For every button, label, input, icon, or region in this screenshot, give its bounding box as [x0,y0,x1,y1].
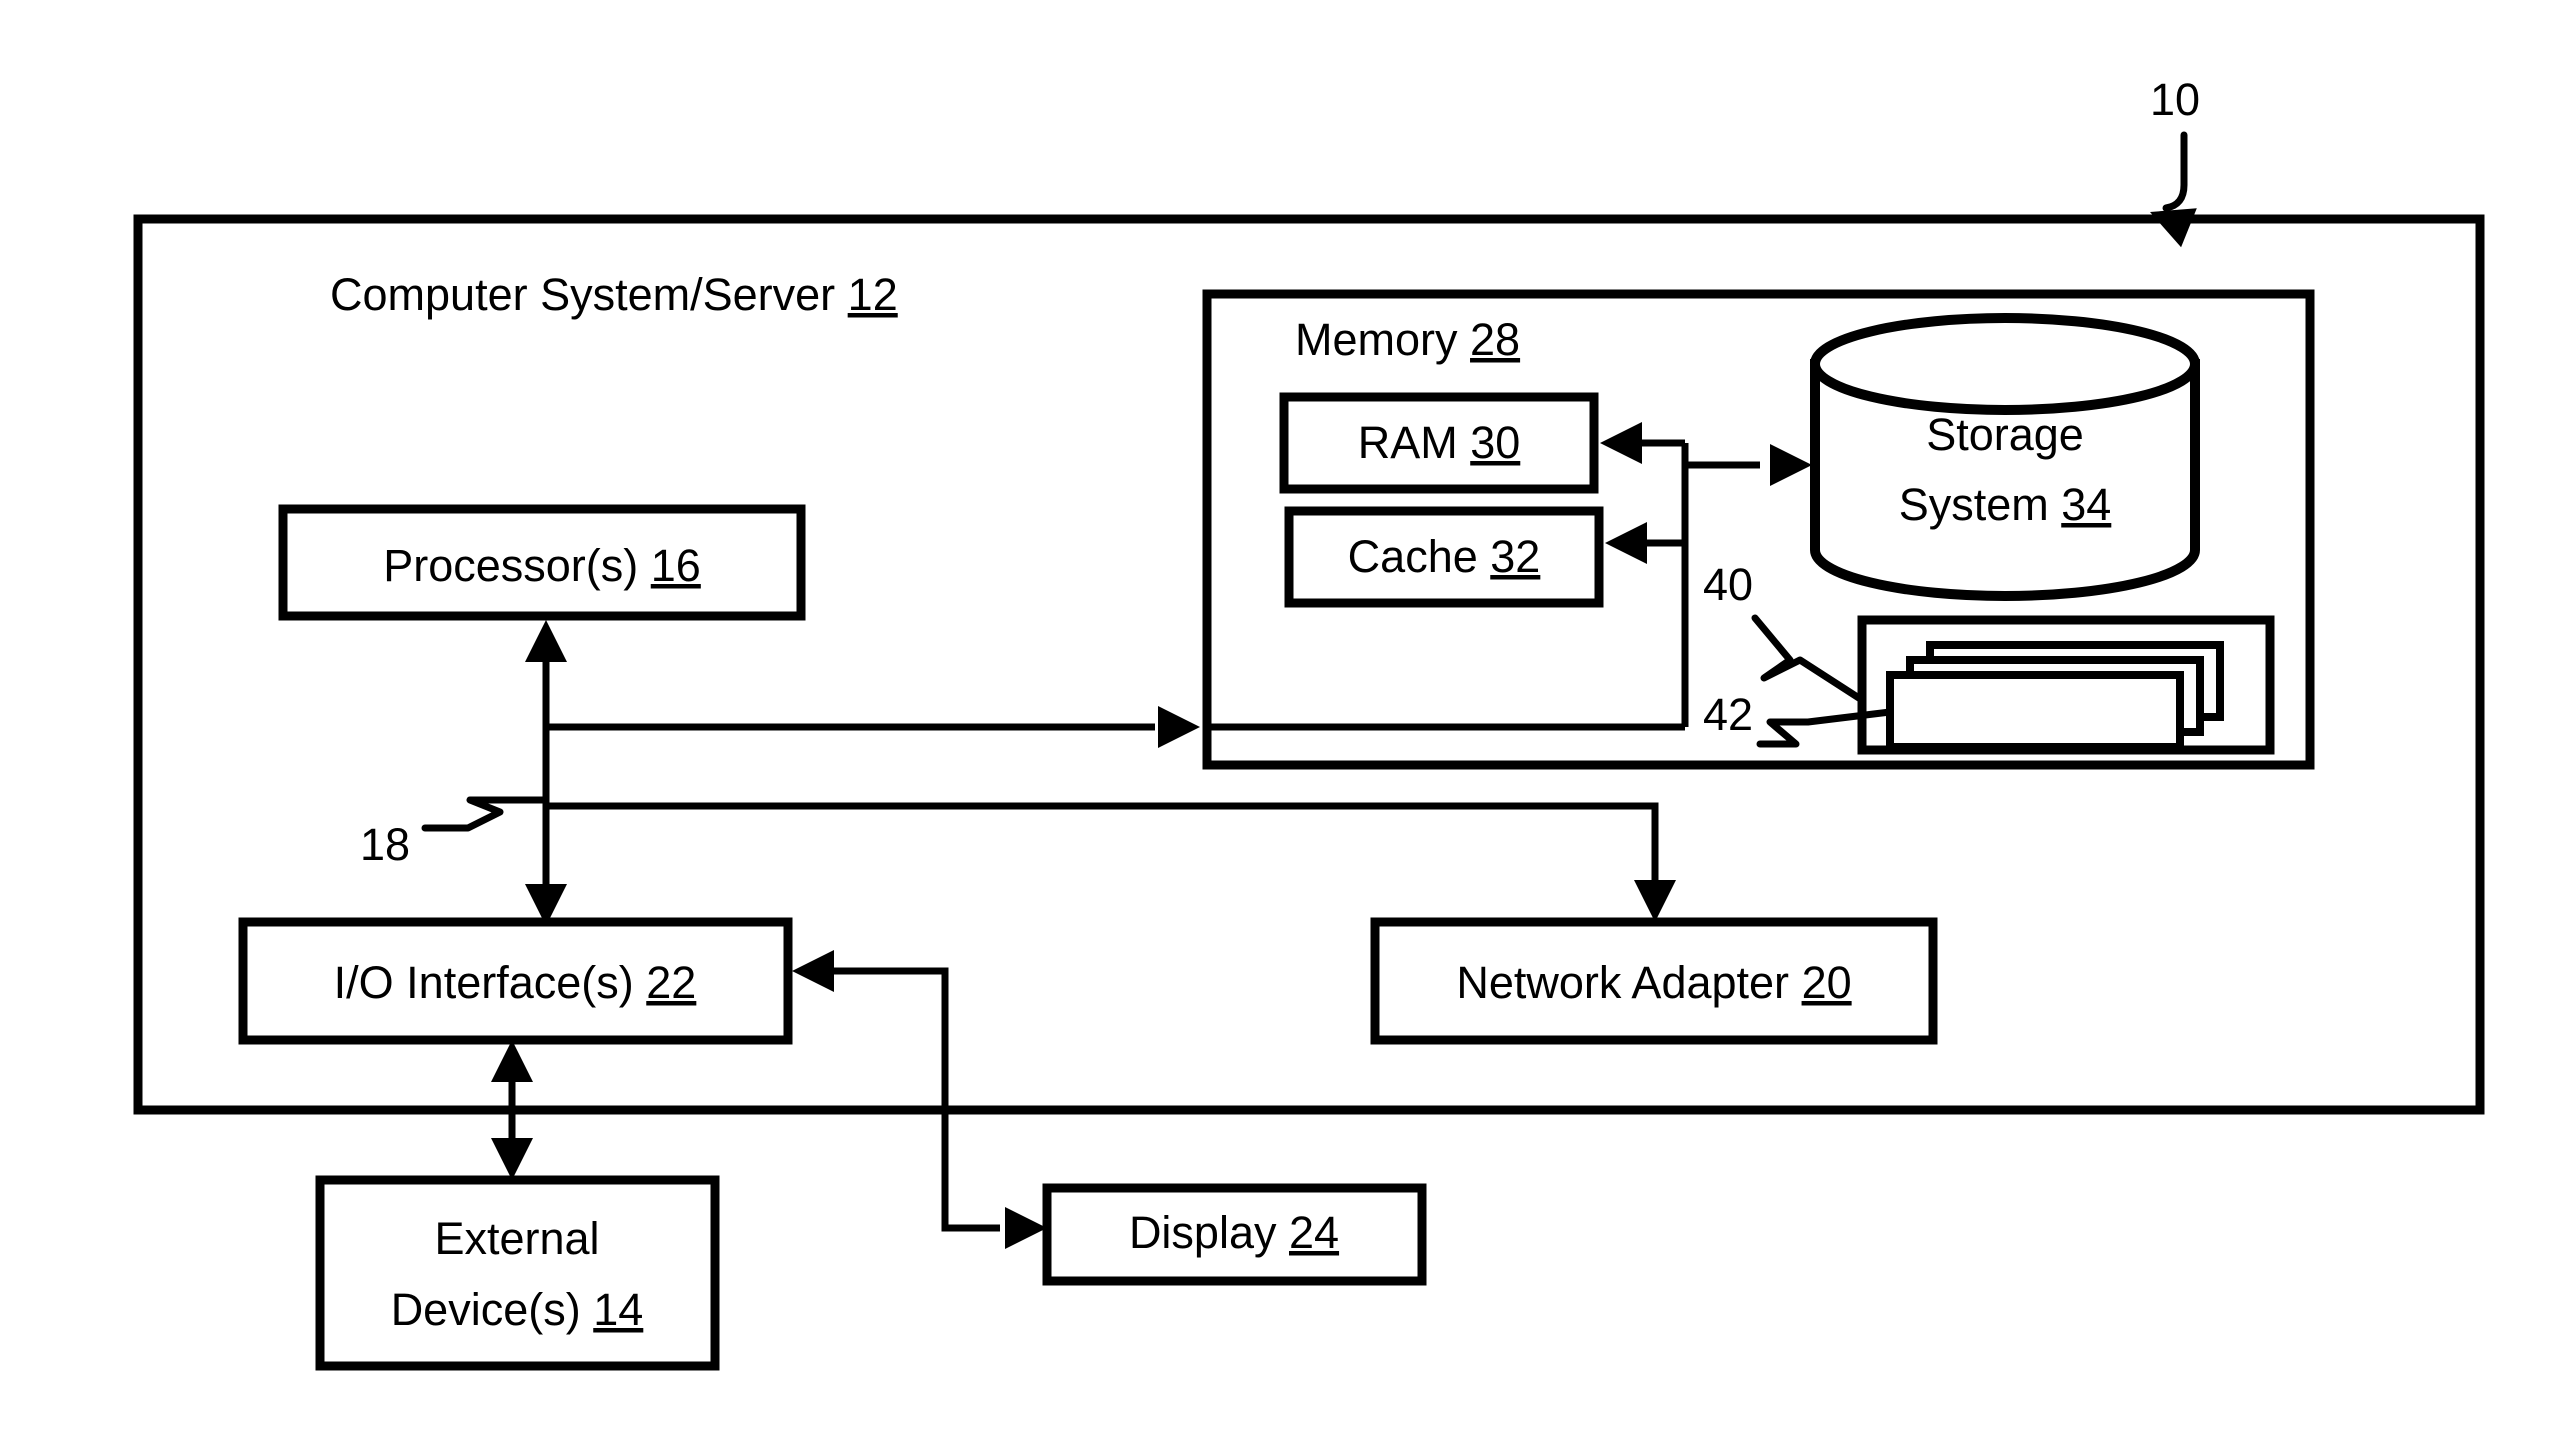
bus-to-processor-arrowhead [525,620,567,662]
figure-reference-hook [2162,131,2188,212]
program-container-reference-numeral: 40 [1703,559,1753,610]
cache-label: Cache 32 [1348,531,1541,582]
io-to-display-arrowhead [1005,1207,1047,1249]
computer-system-title-number: 12 [848,269,898,320]
processor-label-text: Processor(s) [383,540,638,591]
display-label: Display 24 [1129,1207,1339,1258]
memory-title-number: 28 [1470,314,1520,365]
io-to-external-device-arrowhead [491,1138,533,1180]
external-device-to-io-arrowhead [491,1040,533,1082]
storage-system-label-line2-text: System [1899,479,2049,530]
memory-to-storage-arrowhead [1770,444,1812,486]
io-to-display-line [830,967,1000,1232]
external-device-box [315,1175,720,1371]
computer-system-title-text: Computer System/Server [330,269,835,320]
storage-system-label-line1: Storage [1926,409,2084,460]
display-label-text: Display [1129,1207,1277,1258]
io-interface-label: I/O Interface(s) 22 [334,957,697,1008]
bus-to-network-adapter-line [546,802,1659,882]
external-device-label-line2-text: Device(s) [391,1284,581,1335]
memory-title: Memory 28 [1295,314,1520,365]
program-modules-reference-numeral: 42 [1703,689,1753,740]
display-label-number: 24 [1289,1207,1339,1258]
network-adapter-label-number: 20 [1802,957,1852,1008]
cache-label-text: Cache [1348,531,1478,582]
ram-label-number: 30 [1470,417,1520,468]
memory-title-text: Memory [1295,314,1458,365]
bus-to-network-adapter-arrowhead [1634,880,1676,922]
ram-label: RAM 30 [1358,417,1521,468]
figure-reference-numeral: 10 [2150,74,2200,125]
bus-to-memory-arrowhead [1158,706,1200,748]
processor-label: Processor(s) 16 [383,540,701,591]
storage-system-label-number: 34 [2061,479,2111,530]
io-interface-label-number: 22 [646,957,696,1008]
computer-system-title: Computer System/Server 12 [330,269,898,320]
io-interface-label-text: I/O Interface(s) [334,957,634,1008]
program-container-lead-line [1751,614,1866,704]
program-module-front [1886,671,2184,751]
external-device-label-line2: Device(s) 14 [391,1284,644,1335]
cache-label-number: 32 [1490,531,1540,582]
external-device-label-number: 14 [593,1284,643,1335]
memory-to-cache-arrowhead [1605,522,1647,564]
bus-lead-line [421,796,550,832]
network-adapter-label-text: Network Adapter [1456,957,1789,1008]
computer-system-block-diagram: 10 Computer System/Server 12 Memory 28 R… [133,74,2485,1371]
bus-reference-numeral: 18 [360,819,410,870]
figure-root: 10 Computer System/Server 12 Memory 28 R… [0,0,2557,1440]
storage-system-label-line2: System 34 [1899,479,2112,530]
memory-to-ram-arrowhead [1600,422,1642,464]
display-to-io-arrowhead [792,950,834,992]
ram-label-text: RAM [1358,417,1458,468]
external-device-label-line1: External [434,1213,599,1264]
network-adapter-label: Network Adapter 20 [1456,957,1851,1008]
processor-label-number: 16 [651,540,701,591]
